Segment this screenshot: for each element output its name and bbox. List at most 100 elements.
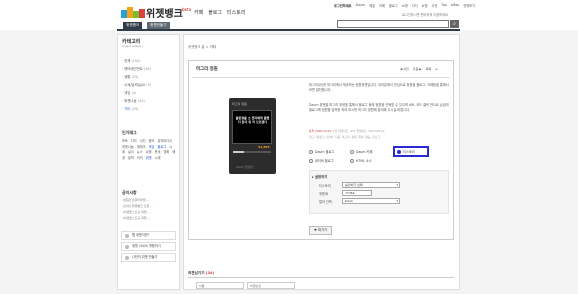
comment-password-input[interactable] <box>247 282 295 289</box>
util-link[interactable]: tv팟 <box>402 3 408 8</box>
util-link[interactable]: 지식 <box>412 3 418 8</box>
next-link[interactable]: 다음 ▶ <box>413 67 422 71</box>
widget-title: 머그리 정원 <box>196 67 218 72</box>
util-link-login[interactable]: 로그인하세요 <box>334 3 352 8</box>
help-box-make-widget[interactable]: 나만의 위젯 만들기 <box>121 253 176 262</box>
notice-item[interactable]: ·[이벤트] 신규 위젯 ... <box>122 216 150 220</box>
util-link[interactable]: sMap <box>451 3 459 8</box>
util-link[interactable]: 카페 <box>379 3 385 8</box>
category-count: (164) <box>131 59 141 63</box>
logo-text[interactable]: 위젯뱅크 <box>146 5 183 20</box>
comments-label: 의견남기기 <box>188 271 205 275</box>
tag-link[interactable]: 영화 <box>163 150 169 154</box>
option-label: Daum 카페 <box>356 150 373 154</box>
settings-title: ▸ 설정하기 <box>312 175 328 179</box>
tip-icon <box>125 245 129 249</box>
login-info: 로그인하시면 편리하게 이용하세요 <box>402 13 449 17</box>
option-naver-blog[interactable]: 네이버 블로그 <box>309 158 334 163</box>
widget-id-field[interactable]: 77364 <box>342 190 372 196</box>
tag-link[interactable]: 음악 <box>149 139 155 143</box>
breadcrumb: 위젯뱅크 홈 > 기타 <box>188 44 216 49</box>
notice-item[interactable]: ·[안내] 위젯뱅크 오픈 ... <box>122 204 153 208</box>
tag-link[interactable]: 달력 <box>128 156 134 160</box>
help-box-what-is-widget[interactable]: 웹 위젯이란? <box>121 231 176 240</box>
meta-count: 누적 업데이트: 471 <box>331 129 356 133</box>
meta-date: 등록 2009.04.09 <box>309 129 332 133</box>
tag-link[interactable]: 포토 <box>122 139 128 143</box>
nav-widgetbank[interactable]: 위젯뱅크 <box>123 22 143 29</box>
setting-label: 위젯ID <box>319 192 329 196</box>
tag-link[interactable]: 티커 <box>137 156 143 160</box>
option-daum-cafe[interactable]: Daum 카페 <box>350 149 372 154</box>
prev-link[interactable]: ◀ 이전 <box>400 67 409 71</box>
search-icon[interactable]: ⌕ <box>450 20 459 28</box>
tag-link[interactable]: 뮤직비디오 <box>158 139 173 143</box>
util-link[interactable]: 사전 <box>432 3 438 8</box>
tag-cloud: 포토 디카 사진 음악 뮤직비디오위젯나눔 재테크 게임 블로그 시계 날씨 뉴스 쇼핑 운세 영화 배경 달… <box>122 139 176 162</box>
tag-link[interactable]: 재테크 <box>137 145 146 149</box>
notice-item[interactable]: ·[알림] 트위터위젯 ... <box>122 198 149 202</box>
tag-link[interactable]: 위젯 <box>146 156 152 160</box>
util-link[interactable]: Top <box>441 3 446 8</box>
setting-label: 컬러 선택 <box>319 200 332 204</box>
category-item[interactable]: · 기타 (29) <box>122 106 138 111</box>
category-count: (34) <box>137 99 145 103</box>
category-item[interactable]: · 생활 (29) <box>122 74 138 79</box>
util-link[interactable]: 전체보기 <box>463 3 475 8</box>
list-link[interactable]: 목록 <box>426 67 432 71</box>
tag-link[interactable]: 블로그 <box>157 145 166 149</box>
notice-title: 공지사항 <box>122 190 137 195</box>
category-count: (4) <box>131 91 137 95</box>
notice-item[interactable]: ·[이벤트] 신규 위젯 ... <box>122 210 150 214</box>
tag-link[interactable]: 쇼핑 <box>146 150 152 154</box>
menu-cafe[interactable]: 카페 <box>194 9 203 16</box>
util-link[interactable]: 블로그 <box>389 3 398 8</box>
option-html-source[interactable]: HTML 소스 <box>350 158 372 163</box>
tag-link[interactable]: 뉴스 <box>137 150 143 154</box>
help-box-use-widget[interactable]: 위젯 200% 활용하기 <box>121 242 176 251</box>
logo-beta: beta <box>182 7 192 12</box>
category-item[interactable]: · 엔터테인먼트 (46) <box>122 66 151 71</box>
category-label: 생활 <box>124 75 131 79</box>
tag-link[interactable]: 게임 <box>149 145 155 149</box>
radio-icon <box>309 150 313 154</box>
menu-tistory[interactable]: 티스토리 <box>227 9 245 16</box>
tag-link[interactable]: 시계 <box>155 156 161 160</box>
category-label: 전체 <box>124 59 131 63</box>
nav-make-widget[interactable]: 위젯만들기 <box>147 22 170 29</box>
tag-link[interactable]: 운세 <box>155 150 161 154</box>
tag-link[interactable]: 사진 <box>140 139 146 143</box>
help-box-label: 웹 위젯이란? <box>132 233 150 237</box>
tag-link[interactable]: 날씨 <box>128 150 134 154</box>
option-label: Daum 블로그 <box>315 150 335 154</box>
util-link[interactable]: 쇼핑 <box>422 3 428 8</box>
option-daum-blog[interactable]: Daum 블로그 <box>309 149 334 154</box>
category-label: 위젯나눔 <box>124 99 137 103</box>
breadcrumb-home[interactable]: 위젯뱅크 홈 > <box>188 45 209 49</box>
tag-link[interactable]: 위젯나눔 <box>122 145 134 149</box>
logo-icon[interactable] <box>121 7 145 18</box>
category-item[interactable]: · 시계/달력/날씨 (9) <box>122 82 151 87</box>
tistory-select[interactable]: 승인하기 선택 ▾ <box>342 182 400 188</box>
get-widget-button[interactable]: ✚ 퍼가기 <box>309 226 333 235</box>
util-link[interactable]: Daum <box>356 3 366 8</box>
selected-option-highlight <box>393 146 429 157</box>
option-label: HTML 소스 <box>356 159 372 163</box>
comment-name-input[interactable] <box>196 282 244 289</box>
field-value: 77364 <box>345 191 355 195</box>
category-item[interactable]: · 위젯나눔 (34) <box>122 98 145 103</box>
chevron-down-icon: ▾ <box>396 183 398 187</box>
tag-link[interactable]: 디카 <box>131 139 137 143</box>
comments-title: 의견남기기 (34) <box>188 271 214 276</box>
divider <box>192 77 450 78</box>
option-label: 네이버 블로그 <box>315 159 334 163</box>
color-select[interactable]: black ▾ <box>342 198 400 204</box>
menu-blog[interactable]: 블로그 <box>208 9 222 16</box>
util-link[interactable]: 메일 <box>369 3 375 8</box>
list-icon[interactable]: ≡ <box>435 67 438 71</box>
category-item[interactable]: · 게임 (4) <box>122 90 136 95</box>
category-count: (46) <box>143 67 151 71</box>
category-item[interactable]: · 전체 (164) <box>122 58 141 63</box>
nav-divider <box>117 29 460 31</box>
search-input[interactable] <box>337 20 449 28</box>
